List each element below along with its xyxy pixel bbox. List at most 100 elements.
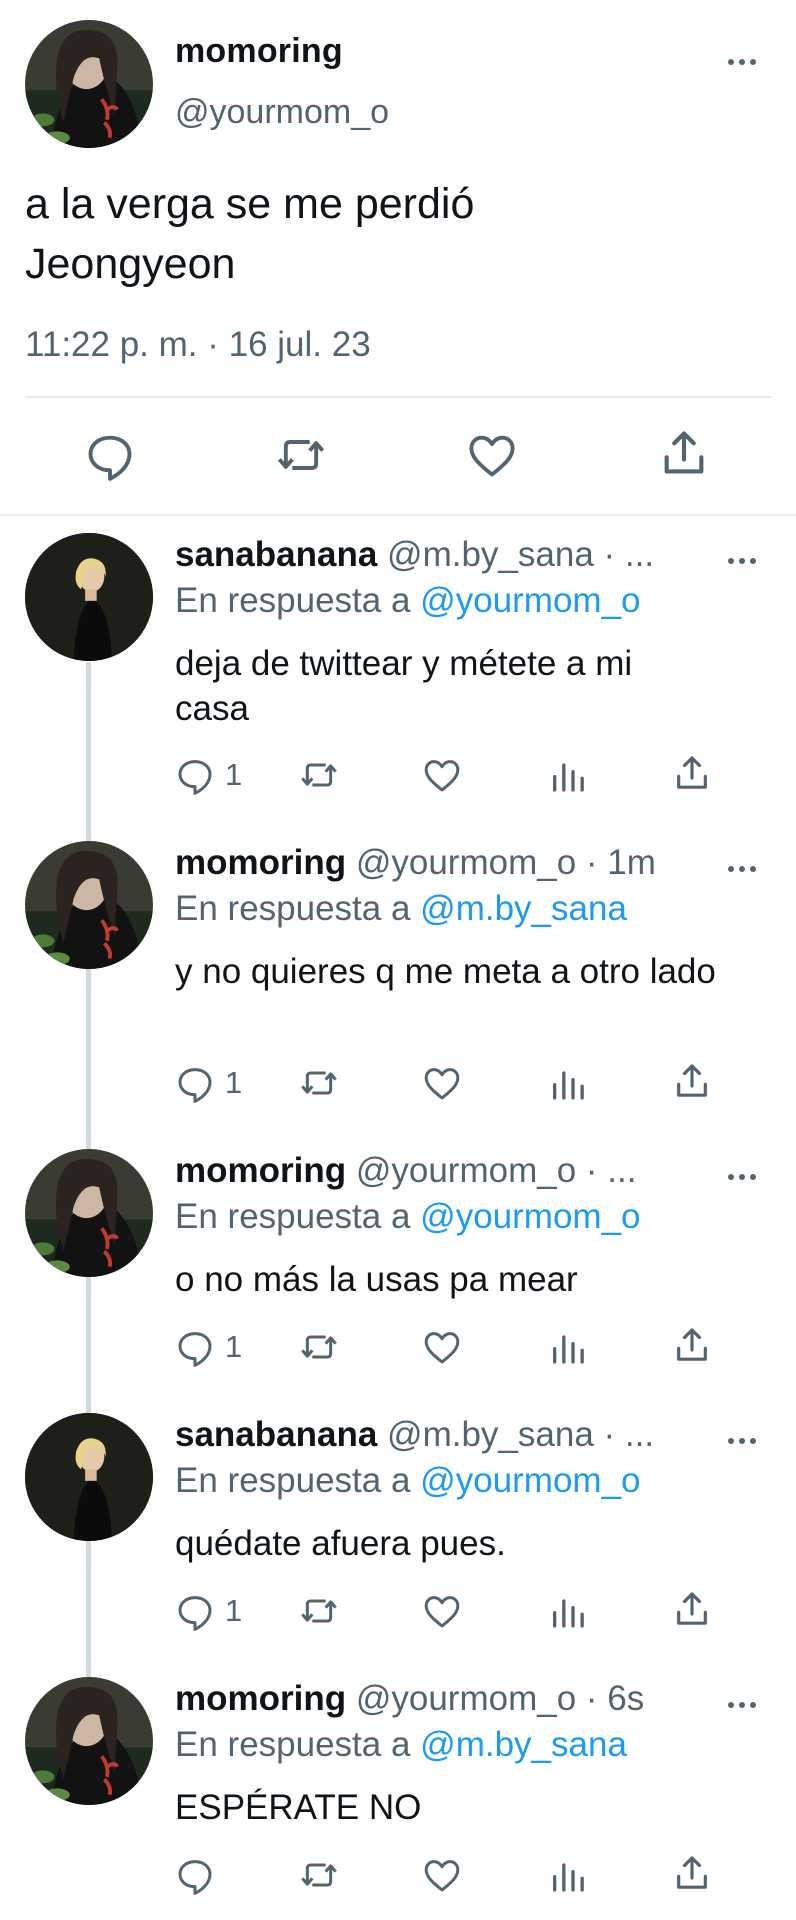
handle-time[interactable]: @m.by_sana · ... <box>387 1415 654 1454</box>
mention-link[interactable]: @m.by_sana <box>420 889 627 928</box>
reply-tweet[interactable]: momoring @yourmom_o · 6s En respuesta a … <box>0 1677 796 1920</box>
views-icon <box>553 1335 584 1364</box>
share-button[interactable] <box>672 1589 712 1629</box>
more-icon[interactable] <box>722 50 762 74</box>
tweet-text: y no quieres q me meta a otro lado <box>175 952 716 991</box>
display-name[interactable]: momoring <box>175 32 343 71</box>
handle-time[interactable]: @m.by_sana · ... <box>387 535 654 574</box>
main-tweet: momoring @yourmom_o a la verga se me per… <box>0 0 796 516</box>
reply-tweet[interactable]: sanabanana @m.by_sana · ... En respuesta… <box>0 1413 796 1675</box>
reply-button[interactable]: 1 <box>175 755 242 795</box>
views-button[interactable] <box>548 1327 588 1367</box>
tweet-text-line: Jeongyeon <box>25 240 236 288</box>
handle-time[interactable]: @yourmom_o · 6s <box>356 1679 644 1718</box>
retweet-icon <box>277 440 325 470</box>
reply-button[interactable] <box>175 1855 225 1895</box>
more-icon[interactable] <box>722 1165 762 1189</box>
tweet-text: ESPÉRATE NO <box>175 1788 422 1827</box>
avatar[interactable] <box>25 1413 153 1541</box>
action-bar <box>0 425 796 485</box>
mention-link[interactable]: @yourmom_o <box>420 1461 640 1500</box>
like-button[interactable] <box>422 755 462 795</box>
avatar[interactable] <box>25 841 153 969</box>
heart-icon <box>424 760 460 792</box>
avatar-image <box>25 1413 153 1541</box>
like-button[interactable] <box>466 429 518 481</box>
display-name[interactable]: sanabanana <box>175 535 377 574</box>
display-name[interactable]: momoring <box>175 843 346 882</box>
retweet-button[interactable] <box>297 1327 341 1367</box>
mention-link[interactable]: @yourmom_o <box>420 581 640 620</box>
retweet-button[interactable] <box>297 755 341 795</box>
mention-link[interactable]: @yourmom_o <box>420 1197 640 1236</box>
reply-icon <box>88 435 132 481</box>
divider <box>25 396 771 398</box>
like-button[interactable] <box>422 1063 462 1103</box>
reply-button[interactable]: 1 <box>175 1327 242 1367</box>
retweet-button[interactable] <box>274 429 328 481</box>
mention-link[interactable]: @m.by_sana <box>420 1725 627 1764</box>
reply-tweet[interactable]: momoring @yourmom_o · 1m En respuesta a … <box>0 841 796 1143</box>
reply-button[interactable]: 1 <box>175 1591 242 1631</box>
like-button[interactable] <box>422 1591 462 1631</box>
reply-icon <box>178 760 212 795</box>
avatar[interactable] <box>25 1149 153 1277</box>
share-button[interactable] <box>672 753 712 793</box>
reply-count: 1 <box>225 757 243 792</box>
share-button[interactable] <box>672 1325 712 1365</box>
handle-time[interactable]: @yourmom_o · ... <box>356 1151 637 1190</box>
share-icon <box>677 1856 707 1889</box>
reply-button[interactable] <box>84 429 136 481</box>
reply-button[interactable]: 1 <box>175 1063 242 1103</box>
share-icon <box>677 756 707 789</box>
more-icon[interactable] <box>722 549 762 573</box>
divider <box>0 514 796 516</box>
like-button[interactable] <box>422 1327 462 1367</box>
handle[interactable]: @yourmom_o <box>175 93 389 132</box>
reply-header: sanabanana @m.by_sana · ... <box>175 535 735 575</box>
views-button[interactable] <box>548 755 588 795</box>
share-button[interactable] <box>658 427 710 479</box>
retweet-button[interactable] <box>297 1591 341 1631</box>
more-icon[interactable] <box>722 1429 762 1453</box>
like-button[interactable] <box>422 1855 462 1895</box>
reply-count: 1 <box>225 1329 243 1364</box>
handle-time[interactable]: @yourmom_o · 1m <box>356 843 656 882</box>
tweet-text: deja de twittear y métete a mi casa <box>175 644 633 728</box>
avatar-image <box>25 841 153 969</box>
retweet-button[interactable] <box>297 1855 341 1895</box>
retweet-icon <box>300 1335 338 1359</box>
retweet-icon <box>300 1071 338 1095</box>
reply-header: sanabanana @m.by_sana · ... <box>175 1415 735 1455</box>
retweet-button[interactable] <box>297 1063 341 1103</box>
heart-icon <box>469 435 515 477</box>
timestamp[interactable]: 11:22 p. m. · 16 jul. 23 <box>25 325 371 365</box>
avatar[interactable] <box>25 1677 153 1805</box>
reply-tweet[interactable]: sanabanana @m.by_sana · ... En respuesta… <box>0 533 796 835</box>
action-bar: 1 <box>175 755 735 805</box>
tweet-text: o no más la usas pa mear <box>175 1260 578 1299</box>
retweet-icon <box>300 763 338 787</box>
reply-tweet[interactable]: momoring @yourmom_o · ... En respuesta a… <box>0 1149 796 1411</box>
display-name[interactable]: momoring <box>175 1151 346 1190</box>
more-icon[interactable] <box>722 857 762 881</box>
display-name[interactable]: momoring <box>175 1679 346 1718</box>
action-bar: 1 <box>175 1063 735 1113</box>
reply-header: momoring @yourmom_o · 6s <box>175 1679 735 1719</box>
share-icon <box>677 1328 707 1361</box>
reply-context: En respuesta a @m.by_sana <box>175 1725 627 1765</box>
share-button[interactable] <box>672 1853 712 1893</box>
avatar[interactable] <box>25 533 153 661</box>
more-icon[interactable] <box>722 1693 762 1717</box>
heart-icon <box>424 1596 460 1628</box>
views-button[interactable] <box>548 1591 588 1631</box>
share-button[interactable] <box>672 1061 712 1101</box>
views-icon <box>553 1599 584 1628</box>
action-bar: 1 <box>175 1327 735 1377</box>
avatar[interactable] <box>25 20 153 148</box>
views-button[interactable] <box>548 1855 588 1895</box>
views-button[interactable] <box>548 1063 588 1103</box>
reply-icon <box>178 1068 212 1103</box>
share-icon <box>677 1064 707 1097</box>
display-name[interactable]: sanabanana <box>175 1415 377 1454</box>
